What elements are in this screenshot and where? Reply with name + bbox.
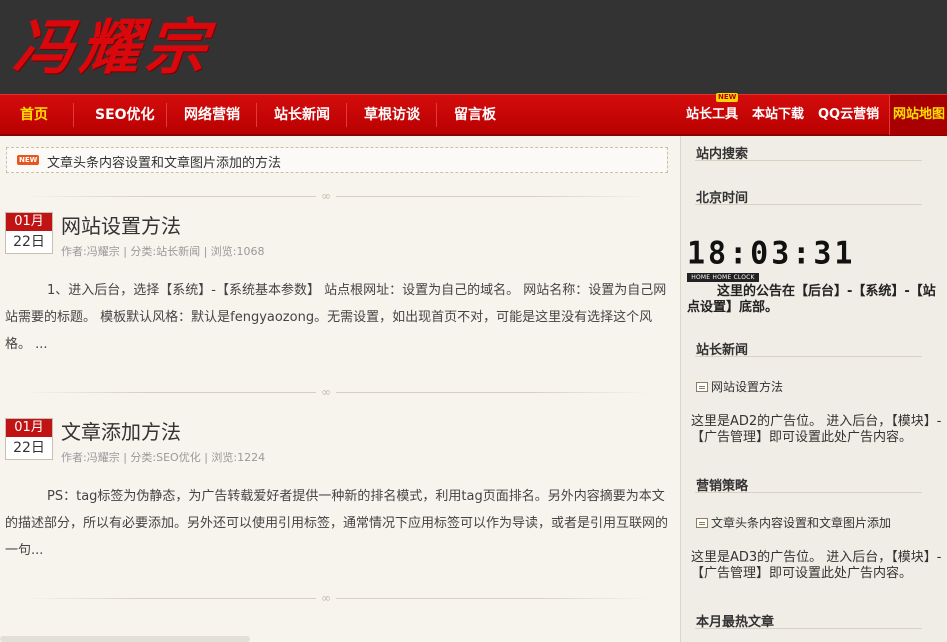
post-excerpt: PS：tag标签为伪静态，为广告转载爱好者提供一种新的排名模式，利用tag页面排…: [5, 489, 669, 558]
divider: ∞: [6, 189, 668, 203]
sidebar-news-link[interactable]: 网站设置方法: [696, 378, 783, 395]
sidebar-news-link-label: 网站设置方法: [711, 380, 784, 394]
nav-separator: [166, 103, 167, 127]
ad2-text: 这里是AD2的广告位。 进入后台，【模块】-【广告管理】即可设置此处广告内容。: [691, 414, 942, 445]
document-icon: [696, 382, 708, 392]
sidebar: 站内搜索 北京时间 18:03:31 HOME HOME CLOCK 这里的公告…: [680, 136, 947, 642]
nav-separator: [346, 103, 347, 127]
sidebar-rule: [695, 492, 922, 493]
post-month: 01月: [6, 213, 52, 231]
clock-label: HOME HOME CLOCK: [687, 273, 759, 282]
nav-item-tools[interactable]: 站长工具 NEW: [686, 93, 739, 135]
nav-item-guestbook[interactable]: 留言板: [454, 95, 496, 135]
nav-item-seo[interactable]: SEO优化: [95, 95, 155, 135]
post-day: 22日: [13, 234, 45, 250]
post-day: 22日: [13, 440, 45, 456]
clock-widget: 18:03:31 HOME HOME CLOCK: [687, 235, 853, 286]
document-icon: [696, 518, 708, 528]
divider: ∞: [6, 591, 668, 605]
nav-item-sitemap[interactable]: 网站地图: [889, 95, 947, 135]
sidebar-strategy-link-label: 文章头条内容设置和文章图片添加: [711, 516, 892, 530]
new-badge: NEW: [17, 155, 40, 165]
nav-item-interviews[interactable]: 草根访谈: [364, 95, 420, 135]
sidebar-rule: [695, 356, 922, 357]
post-title[interactable]: 文章添加方法: [61, 416, 181, 445]
headline-link[interactable]: 文章头条内容设置和文章图片添加的方法: [47, 152, 281, 171]
nav-item-webmaster-news[interactable]: 站长新闻: [274, 95, 330, 135]
horizontal-scrollbar[interactable]: [0, 636, 250, 642]
new-tag: NEW: [716, 93, 739, 102]
site-logo[interactable]: 冯耀宗: [10, 8, 216, 88]
nav-item-home[interactable]: 首页: [20, 95, 48, 135]
sidebar-notice: 这里的公告在【后台】-【系统】-【站点设置】底部。: [687, 284, 936, 315]
ad3-text: 这里是AD3的广告位。 进入后台，【模块】-【广告管理】即可设置此处广告内容。: [691, 550, 942, 581]
sidebar-rule: [695, 204, 922, 205]
post-excerpt: 1、进入后台，选择【系统】-【系统基本参数】 站点根网址：设置为自己的域名。 网…: [5, 283, 667, 352]
sidebar-strategy-link[interactable]: 文章头条内容设置和文章图片添加: [696, 514, 891, 531]
post-meta: 作者:冯耀宗 | 分类:SEO优化 | 浏览:1224: [61, 451, 266, 464]
nav-item-downloads[interactable]: 本站下载: [752, 95, 804, 135]
headline-notice: NEW 文章头条内容设置和文章图片添加的方法: [6, 147, 668, 173]
site-header: 冯耀宗: [0, 0, 947, 94]
clock-digits: 18:03:31: [687, 235, 856, 272]
post-date: 01月 22日: [5, 212, 53, 254]
post-date: 01月 22日: [5, 418, 53, 460]
nav-separator: [256, 103, 257, 127]
nav-separator: [436, 103, 437, 127]
nav-item-marketing[interactable]: 网络营销: [184, 95, 240, 135]
sidebar-rule: [695, 160, 922, 161]
divider: ∞: [6, 385, 668, 399]
sidebar-rule: [695, 628, 922, 629]
post-title[interactable]: 网站设置方法: [61, 210, 181, 239]
main-nav: 首页 SEO优化 网络营销 站长新闻 草根访谈 留言板 站长工具 NEW 本站下…: [0, 93, 947, 136]
nav-item-tools-label: 站长工具: [686, 107, 739, 122]
post-meta: 作者:冯耀宗 | 分类:站长新闻 | 浏览:1068: [61, 245, 265, 258]
nav-item-qq-marketing[interactable]: QQ云营销: [818, 95, 879, 135]
nav-separator: [73, 103, 74, 127]
post-month: 01月: [6, 419, 52, 437]
